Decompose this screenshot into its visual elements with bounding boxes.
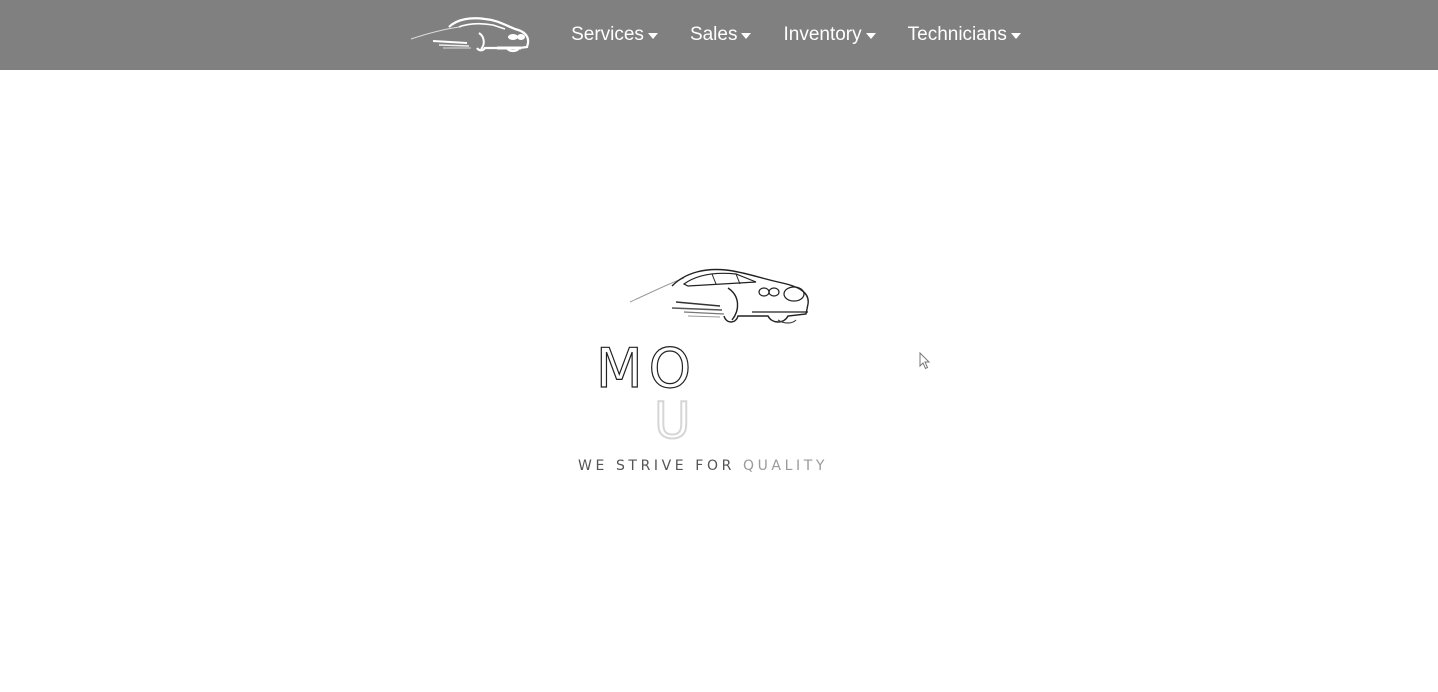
tagline-accent: QUALITY bbox=[742, 458, 829, 474]
hero-car-logo-icon bbox=[629, 268, 809, 324]
nav-technicians-dropdown[interactable]: Technicians bbox=[908, 24, 1021, 46]
brand-logo-icon[interactable] bbox=[409, 15, 531, 55]
tagline-main: WE STRIVE FOR bbox=[578, 458, 743, 474]
nav-inventory-dropdown[interactable]: Inventory bbox=[783, 24, 876, 46]
nav-services-label: Services bbox=[571, 24, 644, 45]
nav-sales-label: Sales bbox=[689, 24, 738, 45]
top-navbar: Services Sales Inventory Technicians bbox=[0, 0, 1438, 70]
nav-sales-dropdown[interactable]: Sales bbox=[690, 24, 752, 46]
navbar-content: Services Sales Inventory Technicians bbox=[409, 15, 1021, 55]
mouse-cursor-icon bbox=[919, 352, 931, 370]
nav-inventory-label: Inventory bbox=[783, 24, 862, 45]
caret-down-icon bbox=[865, 33, 876, 39]
caret-down-icon bbox=[1010, 33, 1021, 39]
hero-tagline: WE STRIVE FOR QUALITY bbox=[578, 458, 828, 474]
hero-logo-text-top: MO bbox=[595, 337, 698, 400]
hero-logo-text-bottom: U bbox=[653, 392, 692, 450]
nav-technicians-label: Technicians bbox=[907, 24, 1007, 45]
caret-down-icon bbox=[741, 33, 752, 39]
caret-down-icon bbox=[647, 33, 658, 39]
nav-services-dropdown[interactable]: Services bbox=[571, 24, 658, 46]
